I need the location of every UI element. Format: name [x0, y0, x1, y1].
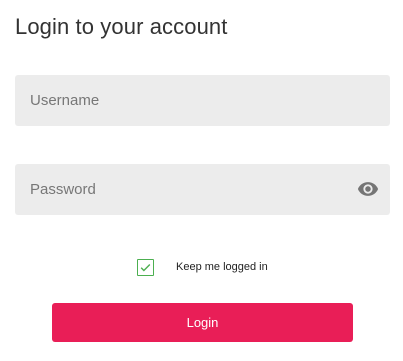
- page-title: Login to your account: [15, 14, 228, 39]
- password-input[interactable]: [15, 164, 390, 215]
- remember-me: Keep me logged in: [137, 258, 268, 276]
- login-button[interactable]: Login: [52, 303, 353, 342]
- eye-icon[interactable]: [357, 178, 379, 200]
- username-input[interactable]: [15, 75, 390, 126]
- login-page: Login to your account Keep me logged in …: [0, 0, 403, 361]
- username-field-container: [15, 75, 390, 126]
- checkmark-icon: [140, 263, 151, 271]
- remember-label[interactable]: Keep me logged in: [176, 261, 268, 273]
- remember-checkbox[interactable]: [137, 258, 154, 276]
- password-field-container: [15, 164, 390, 215]
